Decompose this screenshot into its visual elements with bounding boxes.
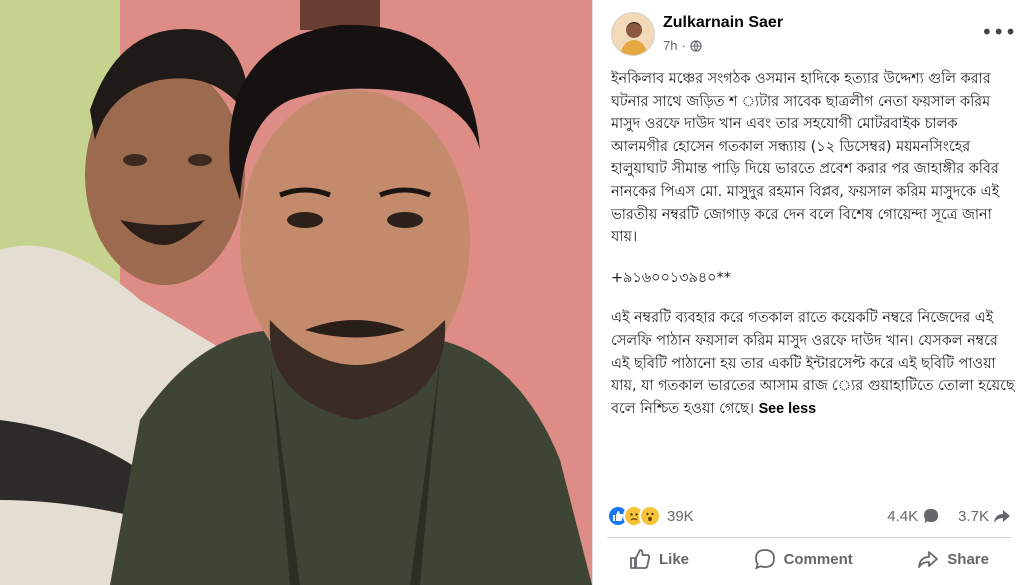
comment-icon <box>754 549 775 570</box>
share-button[interactable]: Share <box>895 544 1011 574</box>
shares-count: 3.7K <box>958 507 989 525</box>
post-actions: Like Comment Share <box>607 540 1011 578</box>
share-label: Share <box>947 550 989 568</box>
comment-button[interactable]: Comment <box>732 544 875 574</box>
comment-label: Comment <box>783 550 853 568</box>
post-paragraph: +৯১৬০০১৩৯৪০** <box>611 269 731 286</box>
like-label: Like <box>659 550 690 568</box>
comment-bubble-icon <box>924 509 939 523</box>
thumbs-up-icon <box>630 549 651 569</box>
wow-reaction-icon <box>639 505 661 527</box>
share-icon <box>918 551 939 568</box>
share-arrow-icon <box>994 510 1010 523</box>
reaction-count: 39K <box>667 507 694 525</box>
right-person-right-eye <box>387 212 423 228</box>
post-stats: 39K 4.4K 3.7K <box>607 505 1011 533</box>
post-header: Zulkarnain Saer 7h · ••• <box>611 12 1016 62</box>
post-meta: 7h · <box>663 38 702 53</box>
comments-count: 4.4K <box>887 507 919 525</box>
reactions-summary[interactable]: 39K <box>607 505 694 527</box>
avatar-image <box>612 13 654 55</box>
post-paragraph-last: এই নম্বরটি ব্যবহার করে গতকাল রাতে কয়েকট… <box>611 307 1015 420</box>
right-eye <box>188 154 212 166</box>
globe-icon <box>690 39 702 52</box>
post-paragraph: ইনকিলাব মঞ্চের সংগঠক ওসমান হাদিকে হত্যার… <box>611 71 1000 246</box>
see-less-link[interactable]: See less <box>759 401 817 417</box>
left-eye <box>123 154 147 166</box>
post-photo[interactable] <box>0 0 592 585</box>
like-button[interactable]: Like <box>607 544 711 574</box>
engagement-counts: 4.4K 3.7K <box>887 507 1011 525</box>
more-options-button[interactable]: ••• <box>981 22 1016 46</box>
right-person-left-eye <box>287 212 323 228</box>
post-time[interactable]: 7h <box>663 38 677 53</box>
selfie-photo-illustration <box>0 0 592 585</box>
comments-count-link[interactable]: 4.4K <box>887 507 940 525</box>
author-name[interactable]: Zulkarnain Saer <box>663 14 783 32</box>
divider <box>607 537 1011 538</box>
shares-count-link[interactable]: 3.7K <box>958 507 1011 525</box>
facebook-post: Zulkarnain Saer 7h · ••• ইনকিলাব মঞ্চের … <box>592 0 1024 585</box>
avatar[interactable] <box>611 12 655 56</box>
post-text: ইনকিলাব মঞ্চের সংগঠক ওসমান হাদিকে হত্যার… <box>611 68 1015 438</box>
